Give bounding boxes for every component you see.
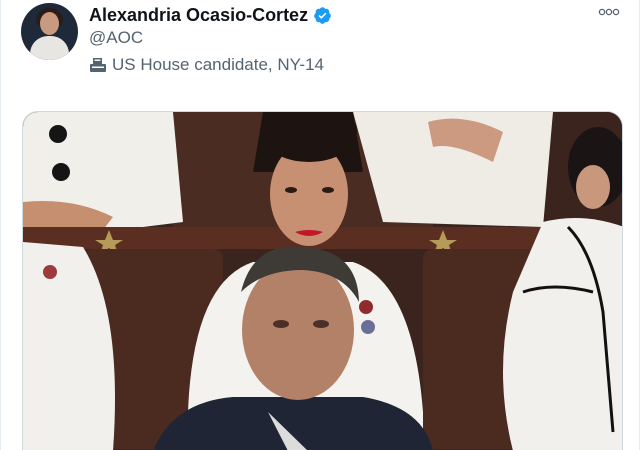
face-shape — [576, 165, 610, 209]
author-avatar[interactable] — [21, 3, 78, 60]
button-shape — [49, 125, 67, 143]
author-bio: US House candidate, NY-14 — [89, 54, 324, 76]
avatar-face-shape — [40, 12, 59, 35]
bio-text: US House candidate, NY-14 — [112, 55, 325, 74]
photo-illustration — [23, 112, 622, 450]
pin-shape — [361, 320, 375, 334]
author-name-row[interactable]: Alexandria Ocasio-Cortez — [89, 4, 332, 26]
face-shape — [242, 260, 354, 400]
pin-shape — [43, 265, 57, 279]
more-options-icon[interactable] — [598, 6, 620, 18]
author-handle[interactable]: @AOC — [89, 28, 143, 48]
avatar-body-shape — [30, 36, 69, 60]
button-shape — [52, 163, 70, 181]
verified-badge-icon — [314, 6, 331, 24]
author-display-name[interactable]: Alexandria Ocasio-Cortez — [89, 4, 308, 26]
tweet-card: Alexandria Ocasio-Cortez @AOC US House c… — [0, 0, 640, 450]
ballot-box-icon — [90, 58, 106, 72]
pin-shape — [359, 300, 373, 314]
tweet-photo[interactable] — [22, 111, 623, 450]
